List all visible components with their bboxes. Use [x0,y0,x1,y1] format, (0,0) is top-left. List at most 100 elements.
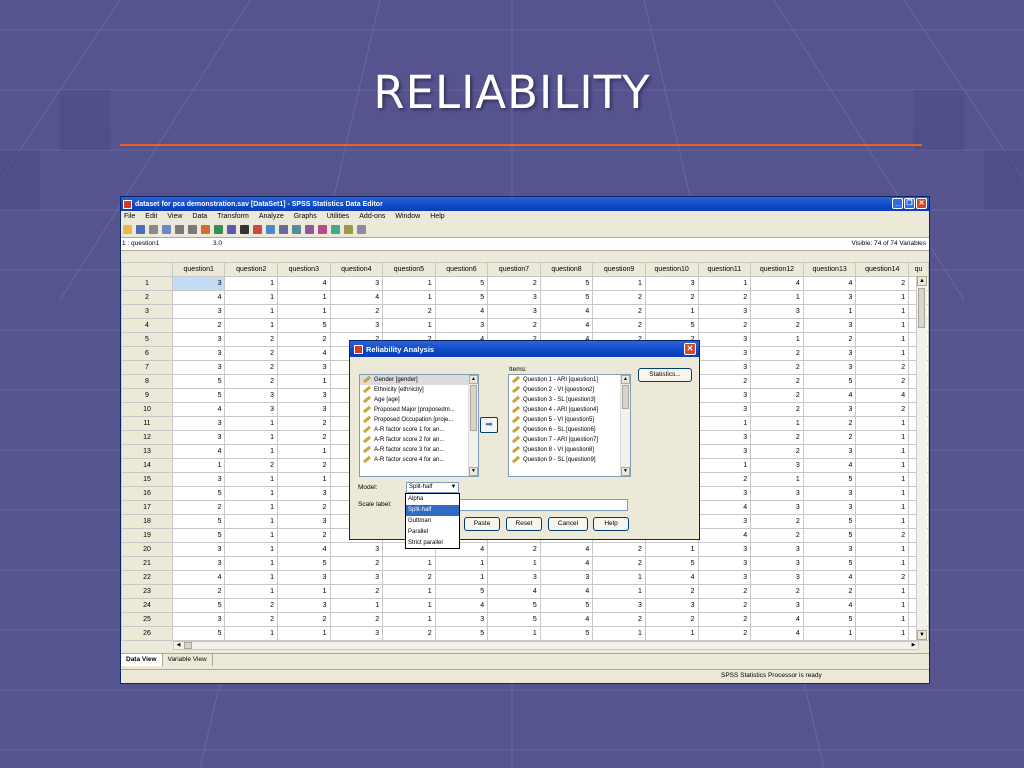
list-item[interactable]: Question 6 - SL [question6] [509,425,630,435]
data-cell[interactable]: 2 [802,332,857,347]
column-header[interactable]: question12 [750,262,804,277]
data-cell[interactable]: 3 [802,360,857,375]
menu-item-transform[interactable]: Transform [217,213,249,220]
data-cell[interactable]: 3 [277,514,331,529]
data-cell[interactable]: 2 [277,416,331,431]
source-variable-list[interactable]: Gender [gender] Ethnicity [ethnicity] Age … [359,374,479,477]
data-cell[interactable]: 1 [855,290,910,305]
row-header[interactable]: 15 [121,472,173,487]
data-cell[interactable]: 1 [855,304,910,319]
weight-cases-icon[interactable] [292,225,301,234]
data-cell[interactable]: 2 [329,584,384,599]
data-cell[interactable]: 5 [171,374,226,389]
column-header[interactable]: question8 [539,262,594,277]
data-cell[interactable]: 3 [697,360,752,375]
data-cell[interactable]: 1 [855,346,910,361]
row-header[interactable]: 23 [121,584,173,599]
column-header[interactable]: question3 [277,262,331,277]
items-list[interactable]: Question 1 - ARI [question1] Question 2 -… [508,374,631,477]
data-cell[interactable]: 5 [487,612,541,627]
scroll-left-icon[interactable]: ◀ [174,642,183,649]
move-to-items-button[interactable]: ➡ [480,417,498,433]
data-cell[interactable]: 2 [382,626,436,641]
data-cell[interactable]: 3 [697,332,752,347]
data-cell[interactable]: 3 [750,598,804,613]
data-cell[interactable]: 2 [802,584,857,599]
data-cell[interactable]: 5 [539,626,594,641]
data-cell[interactable]: 3 [171,542,226,557]
data-cell[interactable]: 3 [171,346,226,361]
data-cell[interactable]: 1 [224,500,279,515]
data-cell[interactable]: 3 [329,318,384,333]
data-cell[interactable]: 4 [697,500,752,515]
data-cell[interactable]: 2 [750,388,804,403]
data-cell[interactable]: 1 [224,290,279,305]
data-cell[interactable]: 5 [802,514,857,529]
data-cell[interactable]: 2 [224,360,279,375]
list-item[interactable]: A-R factor score 2 for an... [360,435,478,445]
data-cell[interactable]: 1 [434,556,489,571]
data-cell[interactable]: 2 [171,318,226,333]
data-cell[interactable]: 4 [750,626,804,641]
data-cell[interactable]: 1 [855,542,910,557]
data-cell[interactable]: 4 [171,290,226,305]
row-header[interactable]: 13 [121,444,173,459]
use-sets-icon[interactable] [331,225,340,234]
data-cell[interactable]: 1 [224,318,279,333]
row-header[interactable]: 24 [121,598,173,613]
data-cell[interactable]: 4 [277,346,331,361]
data-cell[interactable]: 1 [277,290,331,305]
data-cell[interactable]: 2 [277,500,331,515]
data-cell[interactable]: 1 [382,276,436,291]
close-icon[interactable]: ✕ [916,198,927,209]
data-cell[interactable]: 3 [487,570,541,585]
data-cell[interactable]: 3 [539,570,594,585]
data-cell[interactable]: 2 [224,598,279,613]
data-cell[interactable]: 1 [697,276,752,291]
data-cell[interactable]: 2 [224,332,279,347]
data-cell[interactable]: 4 [644,570,699,585]
data-cell[interactable]: 1 [592,626,646,641]
data-cell[interactable]: 1 [592,276,646,291]
data-cell[interactable]: 3 [697,542,752,557]
data-cell[interactable]: 4 [277,542,331,557]
data-cell[interactable]: 1 [855,430,910,445]
data-cell[interactable]: 5 [644,318,699,333]
data-cell[interactable]: 4 [487,584,541,599]
data-cell[interactable]: 2 [697,612,752,627]
list-item[interactable]: Age [age] [360,395,478,405]
row-header[interactable]: 8 [121,374,173,389]
data-cell[interactable]: 3 [277,388,331,403]
data-cell[interactable]: 3 [434,612,489,627]
data-cell[interactable]: 3 [802,542,857,557]
row-header[interactable]: 12 [121,430,173,445]
data-cell[interactable]: 2 [277,430,331,445]
data-cell[interactable]: 2 [329,612,384,627]
data-cell[interactable]: 1 [750,290,804,305]
spelling-icon[interactable] [357,225,366,234]
source-list-scrollbar[interactable]: ▲ ▼ [468,375,478,476]
list-item[interactable]: Question 4 - ARI [question4] [509,405,630,415]
data-cell[interactable]: 1 [224,472,279,487]
column-header[interactable]: question1 [171,262,226,277]
save-icon[interactable] [136,225,145,234]
list-item[interactable]: Question 3 - SL [question3] [509,395,630,405]
source-list-scroll-thumb[interactable] [470,385,477,431]
data-cell[interactable]: 2 [277,612,331,627]
row-header[interactable]: 19 [121,528,173,543]
reset-button[interactable]: Reset [506,517,542,531]
data-cell[interactable]: 5 [277,318,331,333]
data-cell[interactable]: 4 [539,612,594,627]
data-cell[interactable]: 1 [855,598,910,613]
data-cell[interactable]: 1 [487,556,541,571]
data-cell[interactable]: 3 [277,402,331,417]
data-cell[interactable]: 3 [802,402,857,417]
data-cell[interactable]: 5 [171,486,226,501]
data-cell[interactable]: 1 [277,584,331,599]
row-header[interactable]: 4 [121,318,173,333]
data-cell[interactable]: 2 [644,584,699,599]
goto-case-icon[interactable] [201,225,210,234]
data-cell[interactable]: 3 [802,444,857,459]
data-cell[interactable]: 2 [382,570,436,585]
data-cell[interactable]: 1 [382,290,436,305]
